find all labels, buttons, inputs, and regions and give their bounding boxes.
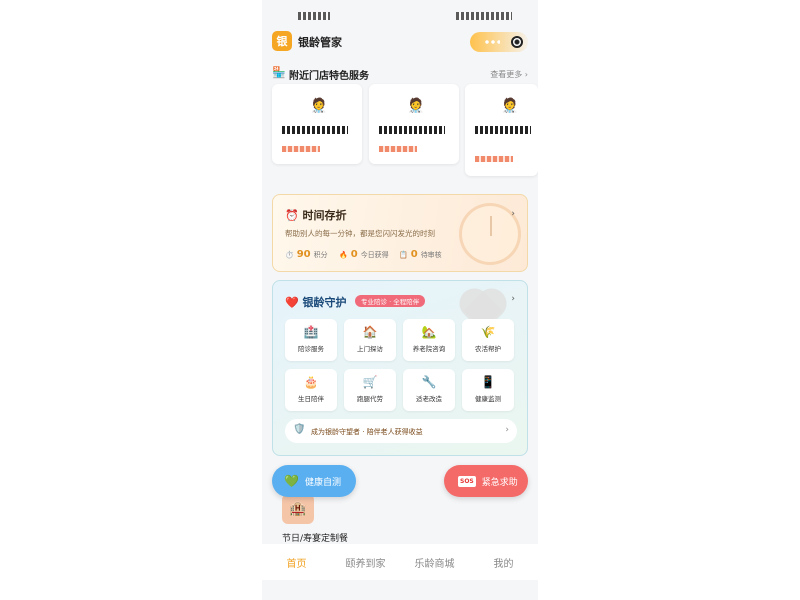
- rice-icon: 🌾: [480, 325, 496, 339]
- chevron-right-icon[interactable]: ›: [511, 294, 515, 304]
- service-farm-help[interactable]: 🌾 农活帮护: [462, 319, 514, 361]
- app-header: 银 银龄管家: [262, 28, 538, 56]
- cake-icon: 🎂: [303, 375, 319, 389]
- alarm-clock-icon: ⏰: [285, 209, 299, 222]
- fire-icon: 🔥: [339, 251, 348, 259]
- stopwatch-icon: ⏱️: [285, 251, 294, 259]
- house-icon: 🏠: [362, 325, 378, 339]
- emergency-help-label: 紧急求助: [481, 477, 518, 488]
- store-card[interactable]: 🧑‍⚕️: [272, 84, 362, 164]
- health-self-test-label: 健康自测: [304, 477, 341, 488]
- app-logo: 银: [272, 31, 292, 51]
- health-self-test-button[interactable]: 💚 健康自测: [272, 465, 356, 497]
- status-bar: [262, 10, 538, 24]
- store-card[interactable]: 🧑‍⚕️: [465, 84, 538, 176]
- store-name-redacted: [475, 126, 531, 134]
- service-label: 适老改造: [416, 395, 442, 403]
- tab-home[interactable]: 首页: [262, 555, 331, 570]
- wrench-icon: 🔧: [421, 375, 437, 389]
- service-label: 上门探访: [357, 345, 383, 353]
- stat-pending: 📋 0 待审核: [399, 249, 442, 260]
- service-nursing-home[interactable]: 🏡 养老院咨询: [403, 319, 455, 361]
- tab-mall[interactable]: 乐龄商城: [400, 555, 469, 570]
- pending-value: 0: [410, 249, 418, 260]
- points-label: 积分: [313, 251, 328, 259]
- store-price-redacted: [282, 146, 320, 152]
- today-value: 0: [350, 249, 358, 260]
- service-home-modification[interactable]: 🔧 适老改造: [403, 369, 455, 411]
- guard-badge: 专业陪诊 · 全程陪伴: [355, 295, 426, 307]
- time-bank-title-text: 时间存折: [302, 209, 347, 222]
- bottom-tab-bar: 首页 颐养到家 乐龄商城 我的: [262, 544, 538, 580]
- mini-program-capsule[interactable]: [470, 32, 528, 52]
- cart-icon: 🛒: [362, 375, 378, 389]
- chevron-right-icon[interactable]: ›: [511, 209, 515, 219]
- time-bank-subtitle: 帮助别人的每一分钟，都是您闪闪发光的时刻: [285, 229, 435, 238]
- more-dots-icon[interactable]: [484, 40, 500, 44]
- tab-mine[interactable]: 我的: [469, 555, 538, 570]
- service-figure-icon: 🧑‍⚕️: [310, 98, 328, 114]
- service-label: 农活帮护: [475, 345, 501, 353]
- service-health-monitor[interactable]: 📱 健康监测: [462, 369, 514, 411]
- pending-label: 待审核: [420, 251, 442, 259]
- service-accompany-clinic[interactable]: 🏥 陪诊服务: [285, 319, 337, 361]
- banquet-image[interactable]: 🏨: [282, 494, 314, 524]
- chevron-right-icon: ›: [505, 425, 509, 435]
- become-guardian-text: 成为银龄守望者 · 陪伴老人获得收益: [311, 428, 423, 436]
- service-label: 陪诊服务: [298, 345, 324, 353]
- heart-icon: ❤️: [285, 296, 299, 309]
- banquet-label[interactable]: 节日/寿宴定制餐: [282, 531, 348, 544]
- service-errands[interactable]: 🛒 跑腿代劳: [344, 369, 396, 411]
- service-figure-icon: 🧑‍⚕️: [407, 98, 425, 114]
- service-home-visit[interactable]: 🏠 上门探访: [344, 319, 396, 361]
- guard-title: ❤️ 银龄守护: [285, 294, 347, 310]
- phone-icon: 📱: [480, 375, 496, 389]
- close-target-icon[interactable]: [511, 36, 523, 48]
- hospital-icon: 🏥: [303, 325, 319, 339]
- status-icons-redacted: [456, 12, 512, 20]
- sos-icon: SOS: [458, 475, 476, 487]
- phone-screen: 银 银龄管家 🏪 附近门店特色服务 查看更多 › 🧑‍⚕️ 🧑‍⚕️ 🧑‍⚕️ …: [262, 0, 538, 600]
- green-heart-icon: 💚: [284, 474, 299, 488]
- store-price-redacted: [379, 146, 417, 152]
- store-card[interactable]: 🧑‍⚕️: [369, 84, 459, 164]
- points-value: 90: [296, 249, 311, 260]
- view-more-link[interactable]: 查看更多 ›: [490, 69, 528, 80]
- app-title: 银龄管家: [298, 36, 342, 49]
- tab-home-care[interactable]: 颐养到家: [331, 555, 400, 570]
- emergency-help-button[interactable]: SOS 紧急求助: [444, 465, 528, 497]
- service-figure-icon: 🧑‍⚕️: [501, 98, 519, 114]
- time-bank-title: ⏰ 时间存折: [285, 207, 347, 223]
- stat-points: ⏱️ 90 积分: [285, 249, 328, 260]
- service-birthday[interactable]: 🎂 生日陪伴: [285, 369, 337, 411]
- store-name-redacted: [379, 126, 445, 134]
- service-label: 生日陪伴: [298, 395, 324, 403]
- silver-guard-card: ❤️ 银龄守护 专业陪诊 · 全程陪伴 › 🏥 陪诊服务 🏠 上门探访 🏡 养老院咨询…: [272, 280, 528, 456]
- stat-today: 🔥 0 今日获得: [339, 249, 389, 260]
- service-label: 健康监测: [475, 395, 501, 403]
- clipboard-icon: 📋: [399, 251, 408, 259]
- service-label: 跑腿代劳: [357, 395, 383, 403]
- guard-title-text: 银龄守护: [302, 296, 347, 309]
- garden-house-icon: 🏡: [421, 325, 437, 339]
- store-price-redacted: [475, 156, 513, 162]
- service-label: 养老院咨询: [412, 345, 446, 353]
- nearby-section-title: 附近门店特色服务: [289, 71, 369, 82]
- become-guardian-banner[interactable]: 🛡️ 成为银龄守望者 · 陪伴老人获得收益 ›: [285, 419, 517, 443]
- time-bank-card[interactable]: ⏰ 时间存折 › 帮助别人的每一分钟，都是您闪闪发光的时刻 ⏱️ 90 积分 🔥 0 今…: [272, 194, 528, 272]
- status-time-redacted: [298, 12, 330, 20]
- nearby-section-header: 🏪 附近门店特色服务 查看更多 ›: [272, 66, 528, 82]
- store-name-redacted: [282, 126, 348, 134]
- store-icon: 🏪: [272, 66, 286, 79]
- today-label: 今日获得: [360, 251, 389, 259]
- shield-icon: 🛡️: [293, 424, 306, 435]
